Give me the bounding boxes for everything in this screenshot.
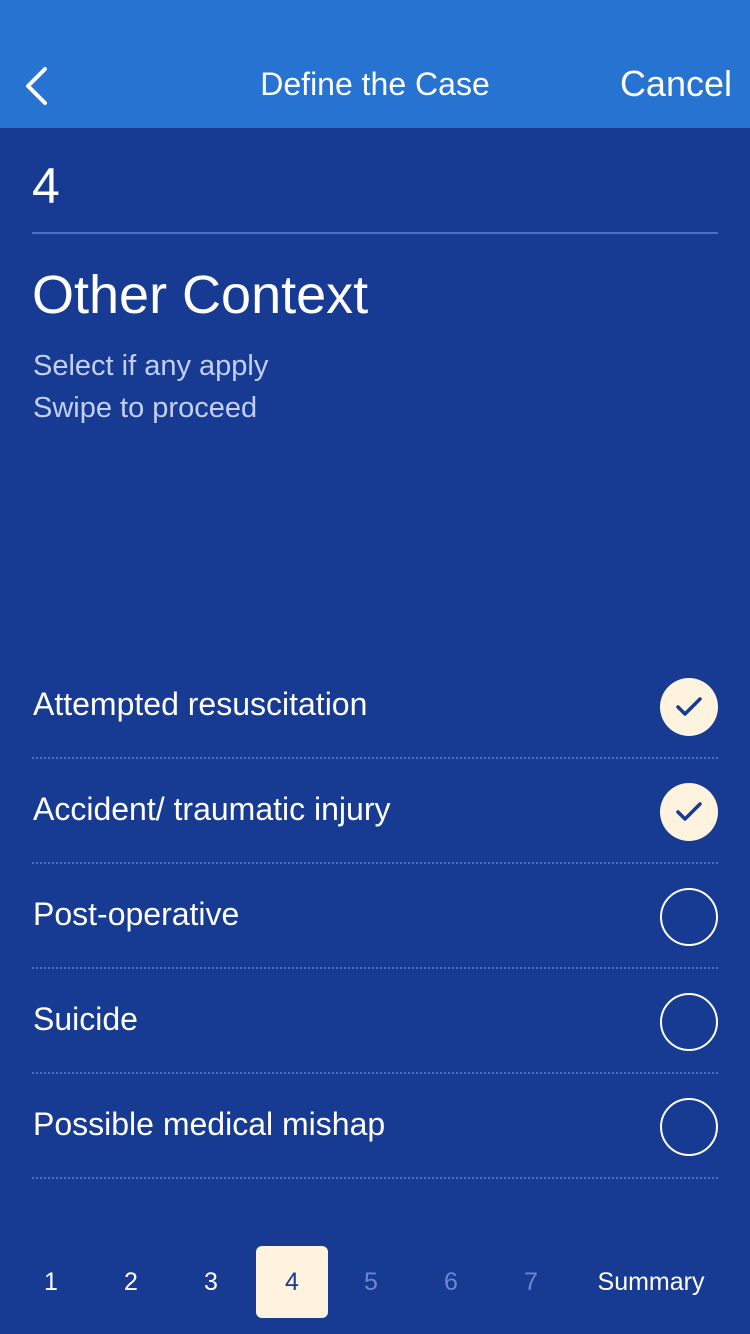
option-label: Post-operative <box>33 896 240 932</box>
option-row-accident-traumatic-injury[interactable]: Accident/ traumatic injury <box>32 759 718 864</box>
cancel-button[interactable]: Cancel <box>620 62 732 106</box>
instruction-select: Select if any apply <box>33 350 269 382</box>
option-row-attempted-resuscitation[interactable]: Attempted resuscitation <box>32 654 718 759</box>
back-button[interactable] <box>14 58 64 114</box>
page-tab-4[interactable]: 4 <box>256 1246 328 1318</box>
option-checkbox[interactable] <box>660 1098 718 1156</box>
option-row-suicide[interactable]: Suicide <box>32 969 718 1074</box>
option-label: Possible medical mishap <box>33 1106 386 1142</box>
step-pager: 1 2 3 4 5 6 7 Summary <box>0 1246 750 1318</box>
option-checkbox[interactable] <box>660 993 718 1051</box>
step-number: 4 <box>32 158 60 214</box>
page-tab-summary[interactable]: Summary <box>581 1246 721 1318</box>
page-title: Define the Case <box>260 66 490 102</box>
page-tab-7[interactable]: 7 <box>495 1246 567 1318</box>
option-checkbox[interactable] <box>660 888 718 946</box>
section-title: Other Context <box>32 265 369 325</box>
chevron-left-icon <box>14 58 64 114</box>
option-label: Attempted resuscitation <box>33 686 368 722</box>
option-label: Accident/ traumatic injury <box>33 791 391 827</box>
option-checkbox[interactable] <box>660 678 718 736</box>
options-list: Attempted resuscitation Accident/ trauma… <box>32 654 718 1179</box>
page-tab-1[interactable]: 1 <box>15 1246 87 1318</box>
option-row-possible-medical-mishap[interactable]: Possible medical mishap <box>32 1074 718 1179</box>
page-tab-6[interactable]: 6 <box>415 1246 487 1318</box>
nav-bar: Define the Case Cancel <box>0 0 750 128</box>
page-tab-2[interactable]: 2 <box>95 1246 167 1318</box>
option-row-post-operative[interactable]: Post-operative <box>32 864 718 969</box>
divider <box>32 232 718 234</box>
page-tab-5[interactable]: 5 <box>335 1246 407 1318</box>
option-checkbox[interactable] <box>660 783 718 841</box>
instruction-swipe: Swipe to proceed <box>33 392 258 424</box>
page-tab-3[interactable]: 3 <box>175 1246 247 1318</box>
option-label: Suicide <box>33 1001 138 1037</box>
